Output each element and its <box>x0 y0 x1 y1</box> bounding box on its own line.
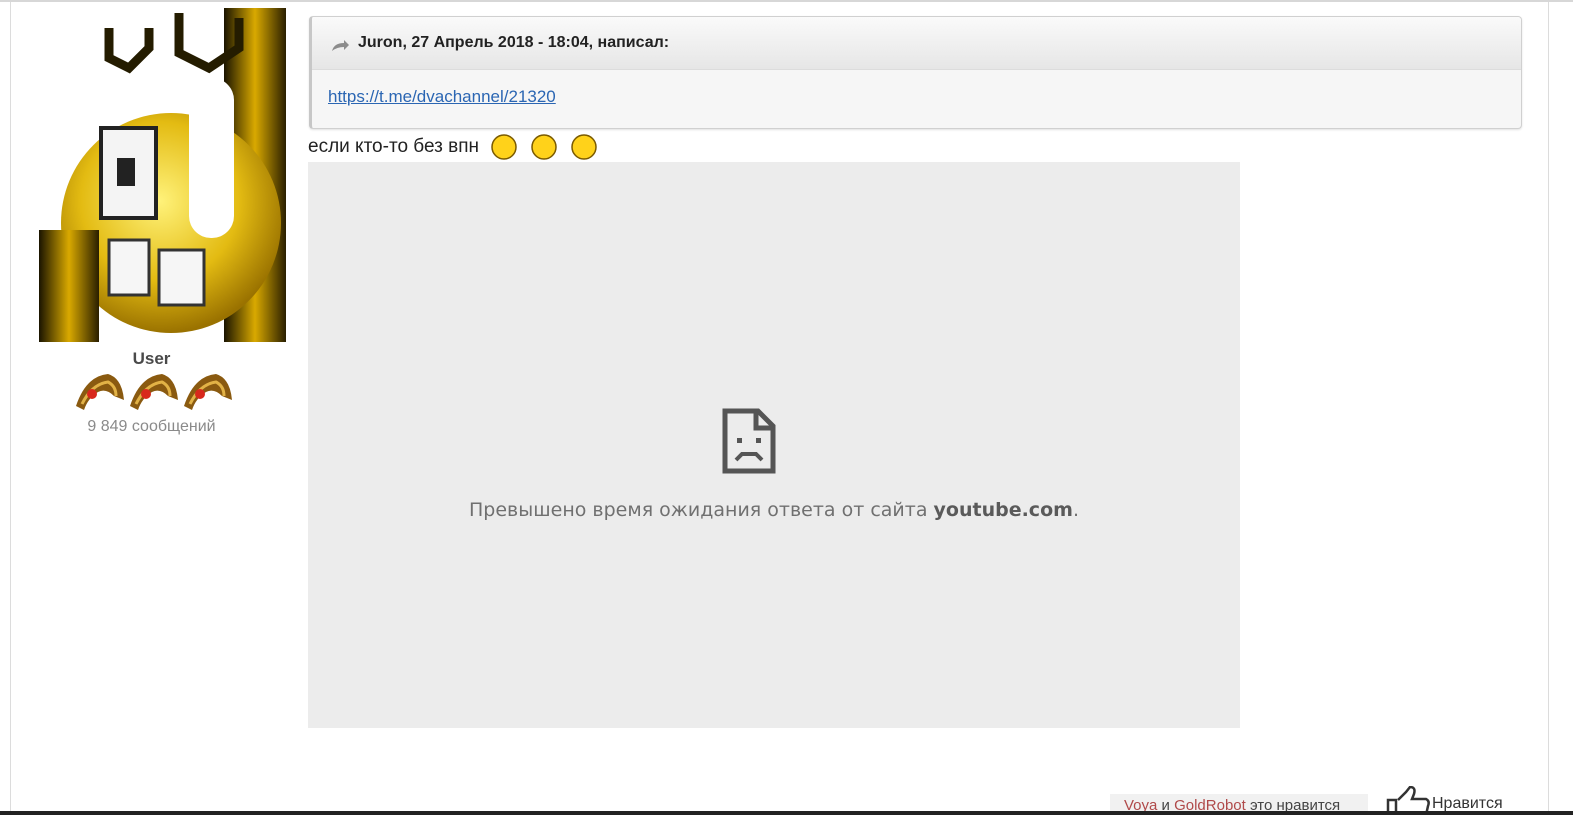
quote-body: https://t.me/dvachannel/21320 <box>312 70 1521 107</box>
frame-top-border <box>0 0 1573 2</box>
smiley-icon <box>491 134 517 160</box>
frame-left-border <box>10 2 11 815</box>
post-text: если кто-то без впн <box>308 136 479 157</box>
quote-link[interactable]: https://t.me/dvachannel/21320 <box>328 87 556 106</box>
frame-right-border <box>1548 2 1549 815</box>
avatar-image <box>39 8 286 342</box>
youtube-embed-frame[interactable]: Превышено время ожидания ответа от сайта… <box>308 162 1240 728</box>
embed-error-message: Превышено время ожидания ответа от сайта… <box>308 499 1240 521</box>
author-post-count: 9 849 сообщений <box>87 418 216 435</box>
quote-header: Juron, 27 Апрель 2018 - 18:04, написал: <box>312 17 1521 70</box>
smiley-icon <box>571 134 597 160</box>
rank-icon <box>76 374 124 410</box>
embed-error-text: Превышено время ожидания ответа от сайта <box>469 499 934 521</box>
embed-error-period: . <box>1072 499 1079 521</box>
smiley-icon <box>531 134 557 160</box>
quote-block: Juron, 27 Апрель 2018 - 18:04, написал: … <box>309 16 1522 129</box>
rank-icon <box>130 374 178 410</box>
frame-bottom-border <box>0 811 1573 815</box>
quote-citation: Juron, 27 Апрель 2018 - 18:04, написал: <box>358 34 670 51</box>
post-text-line: если кто-то без впн <box>308 133 611 161</box>
sad-page-icon <box>722 408 776 474</box>
author-group: User <box>132 349 171 368</box>
embed-error-domain: youtube.com <box>933 499 1073 521</box>
quote-snapback-icon[interactable] <box>330 39 350 53</box>
rank-icons <box>72 370 234 414</box>
rank-icon <box>184 374 232 410</box>
author-avatar[interactable] <box>39 8 286 342</box>
